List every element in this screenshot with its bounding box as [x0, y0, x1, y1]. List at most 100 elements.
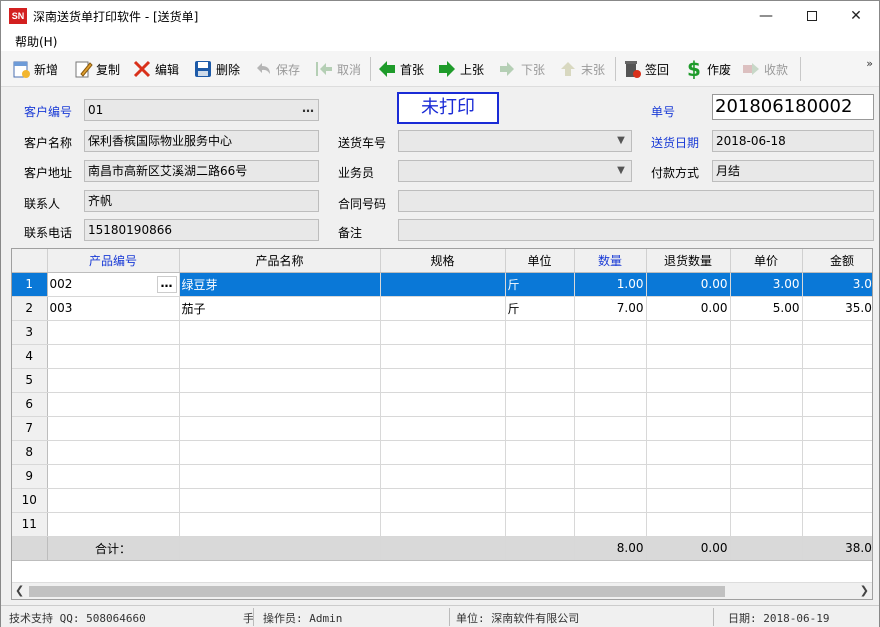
cell-spec[interactable]	[380, 344, 506, 369]
scroll-right-icon[interactable]: ❯	[860, 584, 869, 597]
cell-name[interactable]	[179, 416, 381, 441]
cell-code[interactable]	[47, 320, 180, 345]
cell-ret[interactable]: 0.00	[646, 296, 731, 321]
col-header[interactable]: 数量	[574, 249, 647, 273]
cell-unit[interactable]	[505, 416, 575, 441]
cell-ret[interactable]	[646, 344, 731, 369]
cancel-button[interactable]: 取消	[314, 57, 361, 81]
vehicle-combo[interactable]: ▼	[398, 130, 632, 152]
cell-qty[interactable]	[574, 320, 647, 345]
cell-name[interactable]: 茄子	[179, 296, 381, 321]
cell-spec[interactable]	[380, 416, 506, 441]
void-button[interactable]: $ 作废	[684, 57, 731, 81]
cell-spec[interactable]	[380, 320, 506, 345]
table-row[interactable]: 10	[12, 488, 872, 513]
ellipsis-icon[interactable]: …	[156, 275, 177, 293]
new-button[interactable]: 新增	[11, 57, 58, 81]
cell-spec[interactable]	[380, 512, 506, 537]
cell-qty[interactable]	[574, 368, 647, 393]
cell-price[interactable]	[730, 344, 803, 369]
cell-code[interactable]	[47, 488, 180, 513]
chevron-down-icon[interactable]: ▼	[613, 163, 629, 179]
cell-code[interactable]: 003	[47, 296, 180, 321]
cell-ret[interactable]	[646, 320, 731, 345]
table-row[interactable]: 11	[12, 512, 872, 537]
copy-button[interactable]: 复制	[73, 57, 120, 81]
cell-unit[interactable]	[505, 512, 575, 537]
pay-method-field[interactable]: 月结	[712, 160, 874, 182]
cell-name[interactable]: 绿豆芽	[179, 272, 381, 297]
cell-amount[interactable]: 35.00	[802, 296, 872, 321]
salesman-combo[interactable]: ▼	[398, 160, 632, 182]
toolbar-overflow-icon[interactable]: »	[866, 57, 873, 70]
cell-amount[interactable]	[802, 512, 872, 537]
cell-price[interactable]	[730, 392, 803, 417]
cell-ret[interactable]	[646, 440, 731, 465]
cell-amount[interactable]	[802, 344, 872, 369]
cell-qty[interactable]	[574, 440, 647, 465]
table-row[interactable]: 8	[12, 440, 872, 465]
cell-ret[interactable]	[646, 488, 731, 513]
cell-qty[interactable]	[574, 416, 647, 441]
cell-unit[interactable]	[505, 344, 575, 369]
cell-unit[interactable]: 斤	[505, 272, 575, 297]
edit-button[interactable]: 编辑	[132, 57, 179, 81]
cell-qty[interactable]	[574, 512, 647, 537]
cell-amount[interactable]	[802, 488, 872, 513]
table-row[interactable]: 3	[12, 320, 872, 345]
cell-price[interactable]	[730, 416, 803, 441]
table-row[interactable]: 6	[12, 392, 872, 417]
cell-amount[interactable]: 3.00	[802, 272, 872, 297]
col-header[interactable]: 产品编号	[47, 249, 180, 273]
cell-price[interactable]	[730, 512, 803, 537]
cell-qty[interactable]	[574, 464, 647, 489]
table-row[interactable]: 4	[12, 344, 872, 369]
cell-code[interactable]	[47, 464, 180, 489]
cell-code[interactable]	[47, 440, 180, 465]
table-row[interactable]: 2003 茄子 斤 7.00 0.00 5.00 35.00	[12, 296, 872, 321]
cell-unit[interactable]	[505, 464, 575, 489]
cell-code[interactable]	[47, 416, 180, 441]
cell-amount[interactable]	[802, 464, 872, 489]
cell-qty[interactable]: 1.00	[574, 272, 647, 297]
cell-name[interactable]	[179, 344, 381, 369]
cell-qty[interactable]	[574, 392, 647, 417]
cell-amount[interactable]	[802, 368, 872, 393]
customer-name-field[interactable]: 保利香槟国际物业服务中心	[84, 130, 319, 152]
cell-spec[interactable]	[380, 488, 506, 513]
minimize-button[interactable]: —	[743, 1, 789, 31]
horizontal-scrollbar[interactable]: ❮ ❯	[12, 582, 872, 599]
cell-ret[interactable]	[646, 464, 731, 489]
cell-amount[interactable]	[802, 392, 872, 417]
cell-unit[interactable]	[505, 368, 575, 393]
remark-field[interactable]	[398, 219, 874, 241]
close-button[interactable]: ✕	[833, 1, 879, 31]
bill-no-field[interactable]: 201806180002	[712, 94, 874, 120]
cell-qty[interactable]	[574, 488, 647, 513]
delete-button[interactable]: 删除	[193, 57, 240, 81]
cell-code[interactable]	[47, 344, 180, 369]
cell-spec[interactable]	[380, 368, 506, 393]
contract-field[interactable]	[398, 190, 874, 212]
cell-price[interactable]: 3.00	[730, 272, 803, 297]
col-header[interactable]: 单位	[505, 249, 575, 273]
table-row[interactable]: 7	[12, 416, 872, 441]
cell-ret[interactable]	[646, 368, 731, 393]
cell-price[interactable]: 5.00	[730, 296, 803, 321]
cell-price[interactable]	[730, 368, 803, 393]
cell-amount[interactable]	[802, 440, 872, 465]
cell-spec[interactable]	[380, 440, 506, 465]
cell-unit[interactable]	[505, 488, 575, 513]
cell-unit[interactable]	[505, 320, 575, 345]
cell-spec[interactable]	[380, 296, 506, 321]
cell-unit[interactable]	[505, 440, 575, 465]
cell-name[interactable]	[179, 440, 381, 465]
cell-unit[interactable]	[505, 392, 575, 417]
cell-price[interactable]	[730, 488, 803, 513]
sign-back-button[interactable]: 签回	[622, 57, 669, 81]
cell-price[interactable]	[730, 464, 803, 489]
scroll-left-icon[interactable]: ❮	[15, 584, 24, 597]
cell-code[interactable]	[47, 368, 180, 393]
cell-name[interactable]	[179, 368, 381, 393]
collect-button[interactable]: 收款	[741, 57, 788, 81]
